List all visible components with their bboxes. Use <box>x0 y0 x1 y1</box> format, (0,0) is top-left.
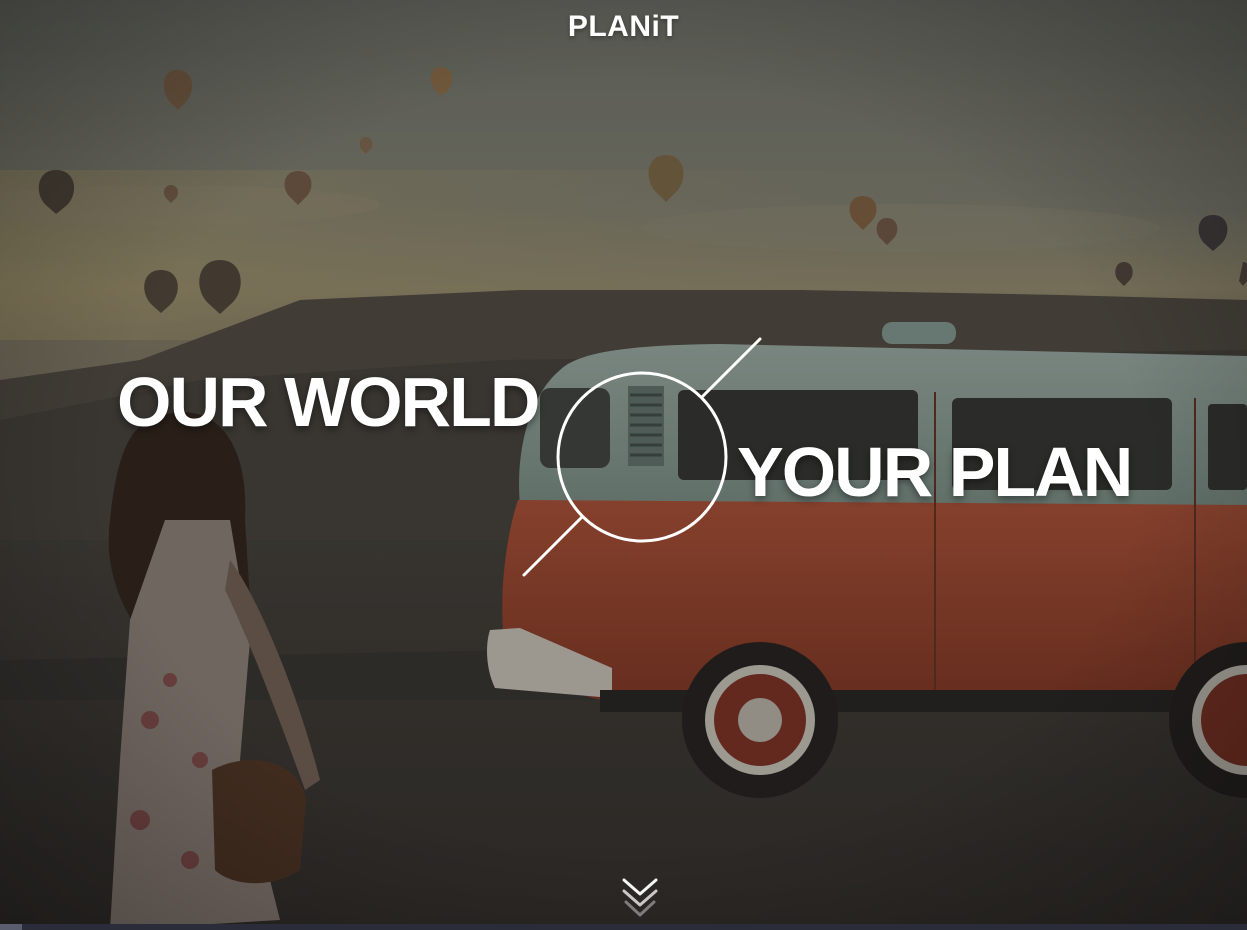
brand-logo[interactable]: PLANiT <box>0 10 1247 44</box>
double-chevron-down-icon[interactable] <box>620 874 660 920</box>
horizontal-scrollbar[interactable] <box>0 924 1247 930</box>
scrollbar-thumb[interactable] <box>0 924 22 930</box>
headline-our-world: OUR WORLD <box>117 363 540 441</box>
hero-section: PLANiT OUR WORLD YOUR PLAN <box>0 0 1247 930</box>
headline-your-plan: YOUR PLAN <box>737 433 1133 511</box>
